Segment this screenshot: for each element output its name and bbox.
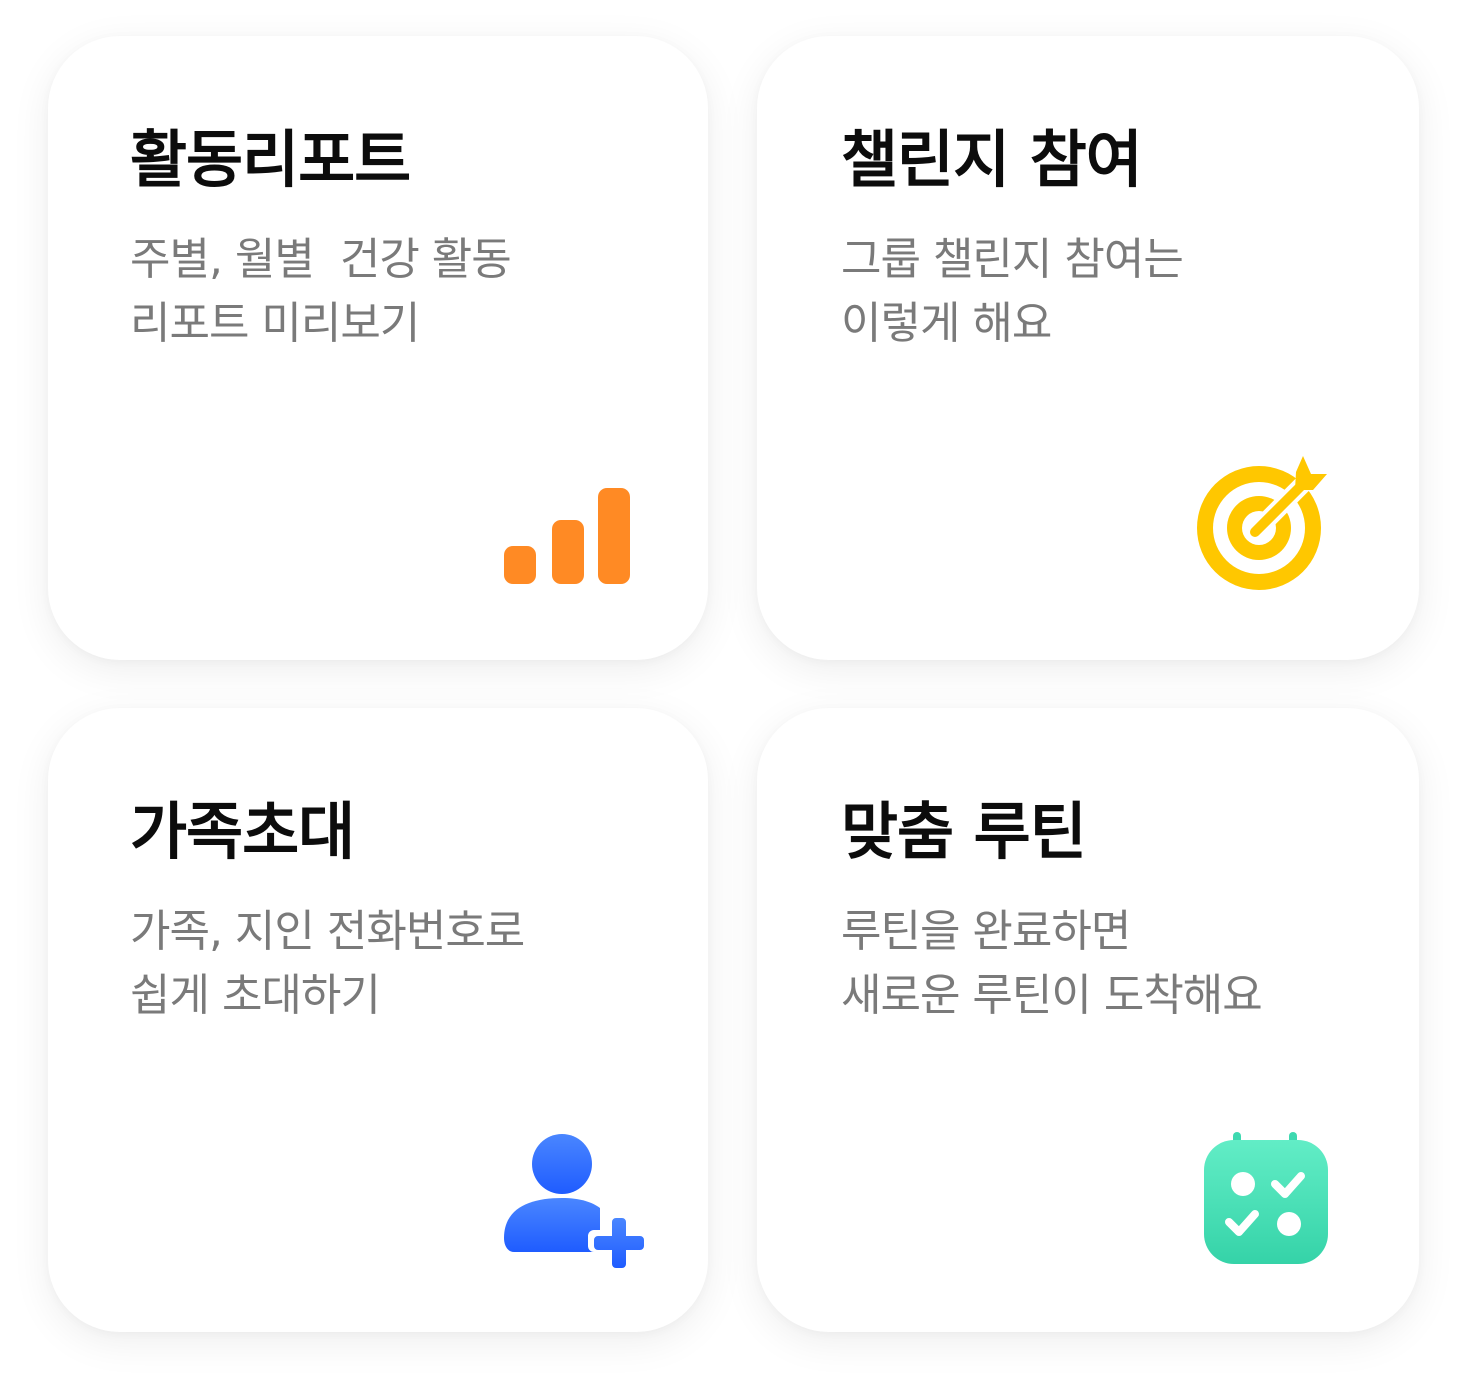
card-description-line: 주별, 월별 건강 활동	[130, 234, 512, 285]
card-title: 가족초대	[130, 795, 355, 868]
bar-chart-icon	[504, 488, 630, 584]
calendar-check-icon	[1204, 1132, 1328, 1264]
card-description: 가족, 지인 전화번호로 쉽게 초대하기	[130, 900, 708, 1028]
custom-routine-card[interactable]: 맞춤 루틴 루틴을 완료하면 새로운 루틴이 도착해요	[757, 708, 1419, 1332]
card-title: 활동리포트	[130, 123, 411, 196]
add-user-icon	[504, 1134, 646, 1272]
target-icon	[1197, 456, 1327, 590]
card-description-line: 리포트 미리보기	[130, 298, 420, 349]
card-description-line: 이렇게 해요	[841, 298, 1052, 349]
card-title: 챌린지 참여	[841, 123, 1143, 196]
card-description-line: 그룹 챌린지 참여는	[841, 234, 1184, 285]
card-description-line: 쉽게 초대하기	[130, 970, 381, 1021]
family-invite-card[interactable]: 가족초대 가족, 지인 전화번호로 쉽게 초대하기	[48, 708, 708, 1332]
card-description: 루틴을 완료하면 새로운 루틴이 도착해요	[841, 900, 1419, 1028]
card-description-line: 새로운 루틴이 도착해요	[841, 970, 1263, 1021]
activity-report-card[interactable]: 활동리포트 주별, 월별 건강 활동 리포트 미리보기	[48, 36, 708, 660]
card-description: 그룹 챌린지 참여는 이렇게 해요	[841, 228, 1419, 356]
challenge-card[interactable]: 챌린지 참여 그룹 챌린지 참여는 이렇게 해요	[757, 36, 1419, 660]
card-title: 맞춤 루틴	[841, 795, 1087, 868]
feature-card-grid: 활동리포트 주별, 월별 건강 활동 리포트 미리보기 챌린지 참여 그룹 챌린…	[0, 0, 1468, 1392]
card-description: 주별, 월별 건강 활동 리포트 미리보기	[130, 228, 708, 356]
card-description-line: 루틴을 완료하면	[841, 906, 1131, 957]
card-description-line: 가족, 지인 전화번호로	[130, 906, 525, 957]
